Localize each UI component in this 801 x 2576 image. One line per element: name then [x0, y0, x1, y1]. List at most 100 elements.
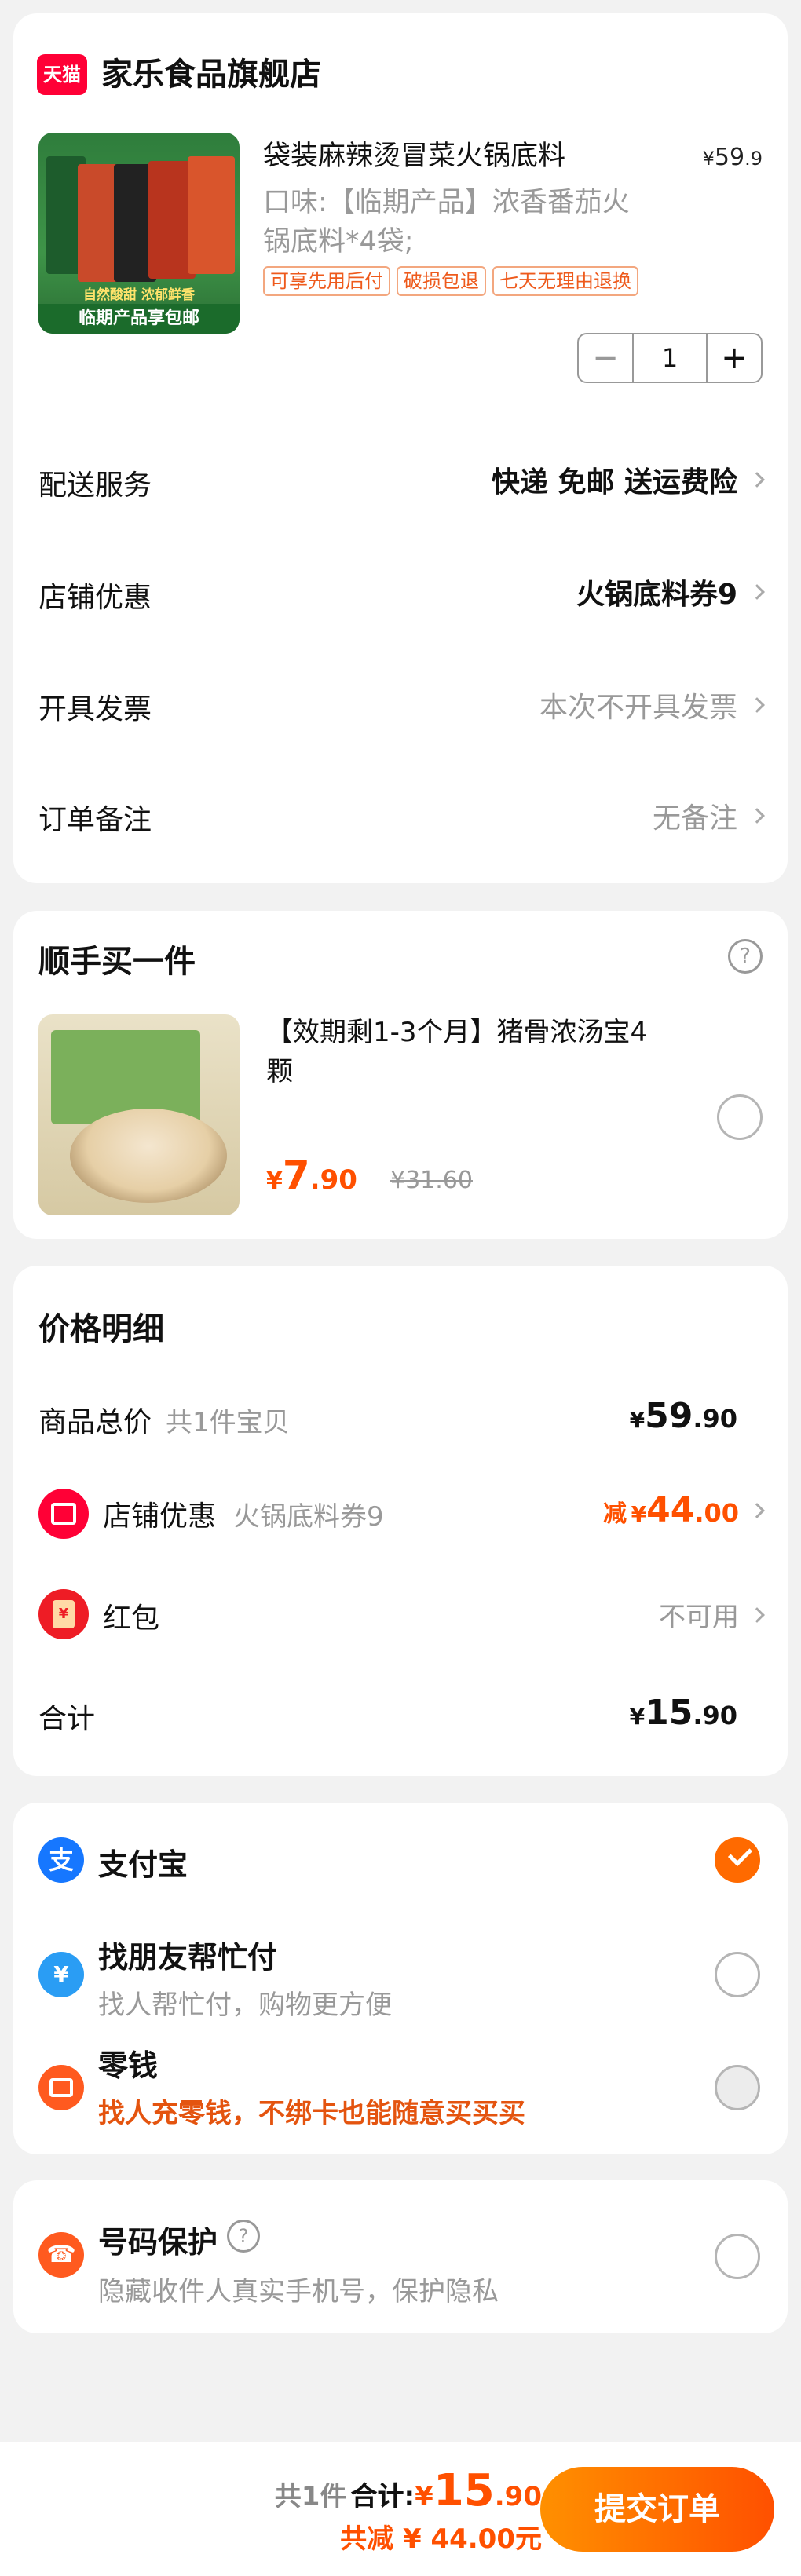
chevron-right-icon	[749, 808, 765, 824]
goods-symbol: ¥	[629, 1407, 646, 1433]
quantity-stepper: − 1 +	[577, 333, 763, 383]
friend-pay-sub: 找人帮忙付，购物更方便	[98, 1990, 392, 2021]
invoice-label: 开具发票	[38, 693, 152, 725]
alipay-icon: 支	[38, 1837, 84, 1883]
price-decimal: .9	[744, 148, 763, 170]
shop-discount-amount[interactable]: 减 ¥44.00	[603, 1490, 765, 1530]
shop-discount-detail-row[interactable]: 店铺优惠 火锅底料券9	[103, 1493, 384, 1534]
total-label: 合计	[38, 1703, 96, 1735]
price-symbol: ¥	[702, 148, 715, 170]
product-tags: 可享先用后付 破损包退 七天无理由退换	[263, 266, 645, 296]
order-note-row[interactable]: 无备注	[653, 795, 765, 836]
total-value: ¥15.90	[630, 1693, 737, 1733]
product-price: ¥59.9	[703, 144, 763, 171]
chevron-right-icon	[749, 1502, 765, 1518]
tag-seven-day-return: 七天无理由退换	[492, 266, 638, 296]
product-title[interactable]: 袋装麻辣烫冒菜火锅底料	[263, 139, 565, 174]
shop-name[interactable]: 家乐食品旗舰店	[101, 54, 321, 95]
product-spec-line1: 口味:【临期产品】浓香番茄火	[263, 187, 630, 218]
change-label[interactable]: 零钱	[98, 2041, 158, 2085]
goods-decimal: .90	[693, 1404, 737, 1434]
red-packet-envelope: ¥	[53, 1600, 75, 1628]
bottom-count: 共1件	[274, 2481, 347, 2512]
delivery-label: 配送服务	[38, 470, 152, 502]
discount-symbol: ¥	[631, 1501, 647, 1527]
product-image-banner: 自然酸甜 浓郁鲜香	[83, 287, 195, 303]
privacy-label[interactable]: 号码保护	[98, 2218, 218, 2261]
quantity-minus-button[interactable]: −	[579, 334, 634, 382]
tag-damage-refund: 破损包退	[397, 266, 486, 296]
tmall-logo-icon: 天猫	[37, 54, 87, 95]
discount-prefix: 减	[603, 1500, 627, 1528]
order-note-label: 订单备注	[38, 804, 152, 836]
price-integer: 59	[714, 144, 745, 171]
invoice-value: 本次不开具发票	[539, 692, 737, 724]
shop-discount-coupon: 火锅底料券9	[233, 1501, 384, 1533]
goods-integer: 59	[645, 1396, 693, 1436]
red-packet-value: 不可用	[659, 1602, 739, 1633]
shop-discount-value: 火锅底料券9	[576, 579, 737, 611]
delivery-row[interactable]: 快递 免邮 送运费险	[491, 459, 765, 500]
chevron-right-icon	[749, 472, 765, 488]
friend-pay-radio[interactable]	[715, 1952, 760, 1997]
red-packet-icon: ¥	[38, 1589, 89, 1639]
addon-bowl	[70, 1109, 227, 1203]
goods-total-value: ¥59.90	[630, 1396, 737, 1436]
shop-icon	[38, 1489, 89, 1539]
bottom-total-symbol: ¥	[415, 2481, 433, 2512]
total-decimal: .90	[693, 1701, 737, 1730]
friend-pay-label[interactable]: 找朋友帮忙付	[98, 1933, 277, 1976]
quantity-plus-button[interactable]: +	[706, 334, 761, 382]
red-packet-row[interactable]: 不可用	[659, 1595, 765, 1634]
addon-price-decimal: .90	[309, 1164, 357, 1196]
wallet-icon-shape	[49, 2078, 73, 2097]
addon-title-line2: 颗	[266, 1056, 293, 1087]
phone-protect-icon: ☎	[38, 2232, 84, 2278]
bottom-total-label: 合计:	[350, 2481, 415, 2512]
shop-discount-row[interactable]: 火锅底料券9	[576, 572, 765, 612]
addon-title-line1: 【效期剩1-3个月】猪骨浓汤宝4	[266, 1017, 648, 1048]
bottom-total-integer: 15	[433, 2465, 495, 2516]
total-integer: 15	[645, 1693, 693, 1733]
product-image[interactable]: 自然酸甜 浓郁鲜香 临期产品享包邮	[38, 133, 240, 334]
price-detail-card: 价格明细 商品总价 共1件宝贝 ¥59.90 店铺优惠 火锅底料券9 减 ¥44…	[13, 1266, 788, 1776]
product-image-banner-bottom: 临期产品享包邮	[38, 304, 240, 334]
addon-price-integer: 7	[282, 1153, 310, 1198]
product-package-5	[188, 156, 235, 274]
shop-icon-store	[51, 1503, 76, 1525]
shop-discount-amount-text: 减 ¥44.00	[603, 1490, 739, 1530]
addon-original-price: ¥31.60	[390, 1167, 473, 1194]
chevron-right-icon	[749, 584, 765, 600]
product-spec[interactable]: 口味:【临期产品】浓香番茄火 锅底料*4袋;	[263, 183, 630, 261]
shop-discount-detail-label: 店铺优惠	[103, 1500, 217, 1533]
addon-price-symbol: ¥	[266, 1167, 283, 1195]
change-radio[interactable]	[715, 2065, 760, 2110]
addon-product-image[interactable]	[38, 1014, 240, 1215]
privacy-card: ☎ 号码保护 ? 隐藏收件人真实手机号，保护隐私	[13, 2180, 788, 2333]
alipay-radio[interactable]	[715, 1837, 760, 1883]
price-detail-title: 价格明细	[38, 1311, 164, 1347]
addon-title[interactable]: 【效期剩1-3个月】猪骨浓汤宝4 颗	[266, 1013, 647, 1091]
submit-order-button[interactable]: 提交订单	[540, 2467, 774, 2552]
total-symbol: ¥	[629, 1704, 646, 1730]
help-icon[interactable]: ?	[728, 939, 763, 974]
delivery-value: 快递 免邮 送运费险	[491, 466, 737, 499]
discount-integer: 44	[646, 1490, 695, 1530]
goods-total-label: 商品总价	[38, 1406, 152, 1438]
friend-pay-icon: ¥	[38, 1952, 84, 1997]
order-card: 天猫 家乐食品旗舰店 自然酸甜 浓郁鲜香 临期产品享包邮 袋装麻辣烫冒菜火锅底料…	[13, 13, 788, 883]
privacy-radio[interactable]	[715, 2234, 760, 2279]
privacy-help-icon[interactable]: ?	[227, 2220, 260, 2253]
alipay-label[interactable]: 支付宝	[98, 1840, 188, 1884]
addon-select-radio[interactable]	[717, 1094, 763, 1140]
addon-price: ¥7.90	[266, 1153, 357, 1198]
quantity-input[interactable]: 1	[634, 334, 706, 382]
addon-section-title: 顺手买一件	[38, 944, 196, 980]
shop-discount-label: 店铺优惠	[38, 582, 152, 614]
bottom-saved: 共减 ¥ 44.00元	[340, 2523, 542, 2555]
bottom-total-decimal: .90	[494, 2481, 542, 2512]
invoice-row[interactable]: 本次不开具发票	[539, 685, 765, 725]
privacy-sub: 隐藏收件人真实手机号，保护隐私	[98, 2276, 499, 2307]
chevron-right-icon	[749, 697, 765, 713]
goods-total-row: 商品总价 共1件宝贝	[38, 1399, 290, 1440]
